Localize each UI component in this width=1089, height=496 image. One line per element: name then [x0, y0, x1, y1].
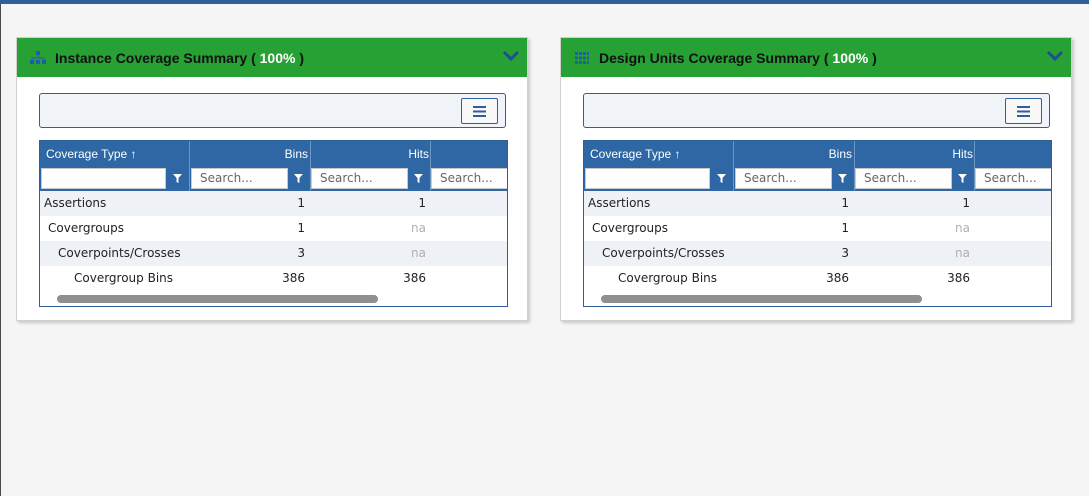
- row-bins: 3: [297, 246, 305, 260]
- filter-input-bins[interactable]: Search...: [735, 168, 832, 189]
- coverage-grid: Coverage Type ↑ Bins Hits Search... Sear…: [583, 140, 1052, 307]
- grid-toolbar: [39, 93, 506, 128]
- panel-title: Design Units Coverage Summary ( 100% ): [599, 49, 877, 66]
- scrollbar-thumb[interactable]: [57, 295, 378, 303]
- row-hits: na: [955, 246, 970, 260]
- left-edge: [0, 4, 1, 496]
- filter-icon[interactable]: [952, 168, 973, 189]
- top-bar: [0, 0, 1089, 4]
- row-bins: 3: [841, 246, 849, 260]
- menu-button[interactable]: [461, 98, 498, 124]
- row-bins: 1: [841, 221, 849, 235]
- table-row[interactable]: Covergroups 1 na: [40, 216, 507, 241]
- instance-coverage-panel: Instance Coverage Summary ( 100% ) Cover…: [16, 37, 528, 321]
- filter-input-hits[interactable]: Search...: [311, 168, 408, 189]
- row-name: Covergroup Bins: [74, 271, 174, 285]
- table-row[interactable]: Covergroup Bins 386 386: [584, 266, 1051, 291]
- row-name: Assertions: [588, 196, 651, 210]
- chevron-down-icon[interactable]: [502, 49, 520, 63]
- table-row[interactable]: Assertions 1 1: [40, 191, 507, 216]
- coverage-percent: 100%: [832, 49, 869, 66]
- horizontal-scrollbar[interactable]: [584, 291, 1051, 306]
- row-bins: 1: [297, 221, 305, 235]
- chevron-down-icon[interactable]: [1046, 49, 1064, 63]
- row-hits: na: [411, 221, 426, 235]
- row-name: Coverpoints/Crosses: [58, 246, 181, 260]
- row-name: Covergroups: [48, 221, 125, 235]
- row-name: Coverpoints/Crosses: [602, 246, 725, 260]
- row-hits: 386: [403, 271, 426, 285]
- filter-input-coverage-type[interactable]: [585, 168, 710, 189]
- filter-icon[interactable]: [408, 168, 429, 189]
- column-header-hits[interactable]: Hits: [311, 141, 429, 167]
- scrollbar-thumb[interactable]: [601, 295, 922, 303]
- coverage-grid: Coverage Type ↑ Bins Hits Search... Sear…: [39, 140, 508, 307]
- filter-input-bins[interactable]: Search...: [191, 168, 288, 189]
- filter-input-hits[interactable]: Search...: [855, 168, 952, 189]
- panel-header[interactable]: Instance Coverage Summary ( 100% ): [17, 38, 527, 77]
- column-header-bins[interactable]: Bins: [190, 141, 308, 167]
- filter-icon[interactable]: [711, 168, 732, 189]
- filter-input-next[interactable]: Search...: [431, 168, 507, 189]
- table-row[interactable]: Covergroups 1 na: [584, 216, 1051, 241]
- panel-header[interactable]: Design Units Coverage Summary ( 100% ): [561, 38, 1071, 77]
- row-name: Covergroups: [592, 221, 669, 235]
- filter-input-coverage-type[interactable]: [41, 168, 166, 189]
- design-units-coverage-panel: Design Units Coverage Summary ( 100% ) C…: [560, 37, 1072, 321]
- column-header-coverage-type[interactable]: Coverage Type ↑: [590, 141, 730, 167]
- row-bins: 386: [826, 271, 849, 285]
- filter-input-next[interactable]: Search...: [975, 168, 1051, 189]
- row-hits: 386: [947, 271, 970, 285]
- row-hits: 1: [962, 196, 970, 210]
- row-bins: 1: [297, 196, 305, 210]
- row-bins: 386: [282, 271, 305, 285]
- hierarchy-icon: [30, 50, 46, 66]
- column-header-bins[interactable]: Bins: [734, 141, 852, 167]
- grid-header: Coverage Type ↑ Bins Hits Search... Sear…: [584, 141, 1051, 191]
- filter-icon[interactable]: [288, 168, 309, 189]
- table-row[interactable]: Covergroup Bins 386 386: [40, 266, 507, 291]
- row-name: Assertions: [44, 196, 107, 210]
- coverage-percent: 100%: [259, 49, 296, 66]
- table-row[interactable]: Assertions 1 1: [584, 191, 1051, 216]
- row-hits: na: [955, 221, 970, 235]
- column-header-coverage-type[interactable]: Coverage Type ↑: [46, 141, 186, 167]
- filter-icon[interactable]: [167, 168, 188, 189]
- table-row[interactable]: Coverpoints/Crosses 3 na: [584, 241, 1051, 266]
- hamburger-icon: [473, 105, 486, 117]
- row-hits: 1: [418, 196, 426, 210]
- horizontal-scrollbar[interactable]: [40, 291, 507, 306]
- grid-icon: [574, 50, 590, 66]
- row-bins: 1: [841, 196, 849, 210]
- grid-header: Coverage Type ↑ Bins Hits Search... Sear…: [40, 141, 507, 191]
- table-row[interactable]: Coverpoints/Crosses 3 na: [40, 241, 507, 266]
- menu-button[interactable]: [1005, 98, 1042, 124]
- hamburger-icon: [1017, 105, 1030, 117]
- column-header-hits[interactable]: Hits: [855, 141, 973, 167]
- grid-toolbar: [583, 93, 1050, 128]
- filter-icon[interactable]: [832, 168, 853, 189]
- row-name: Covergroup Bins: [618, 271, 718, 285]
- row-hits: na: [411, 246, 426, 260]
- panel-title: Instance Coverage Summary ( 100% ): [55, 49, 305, 66]
